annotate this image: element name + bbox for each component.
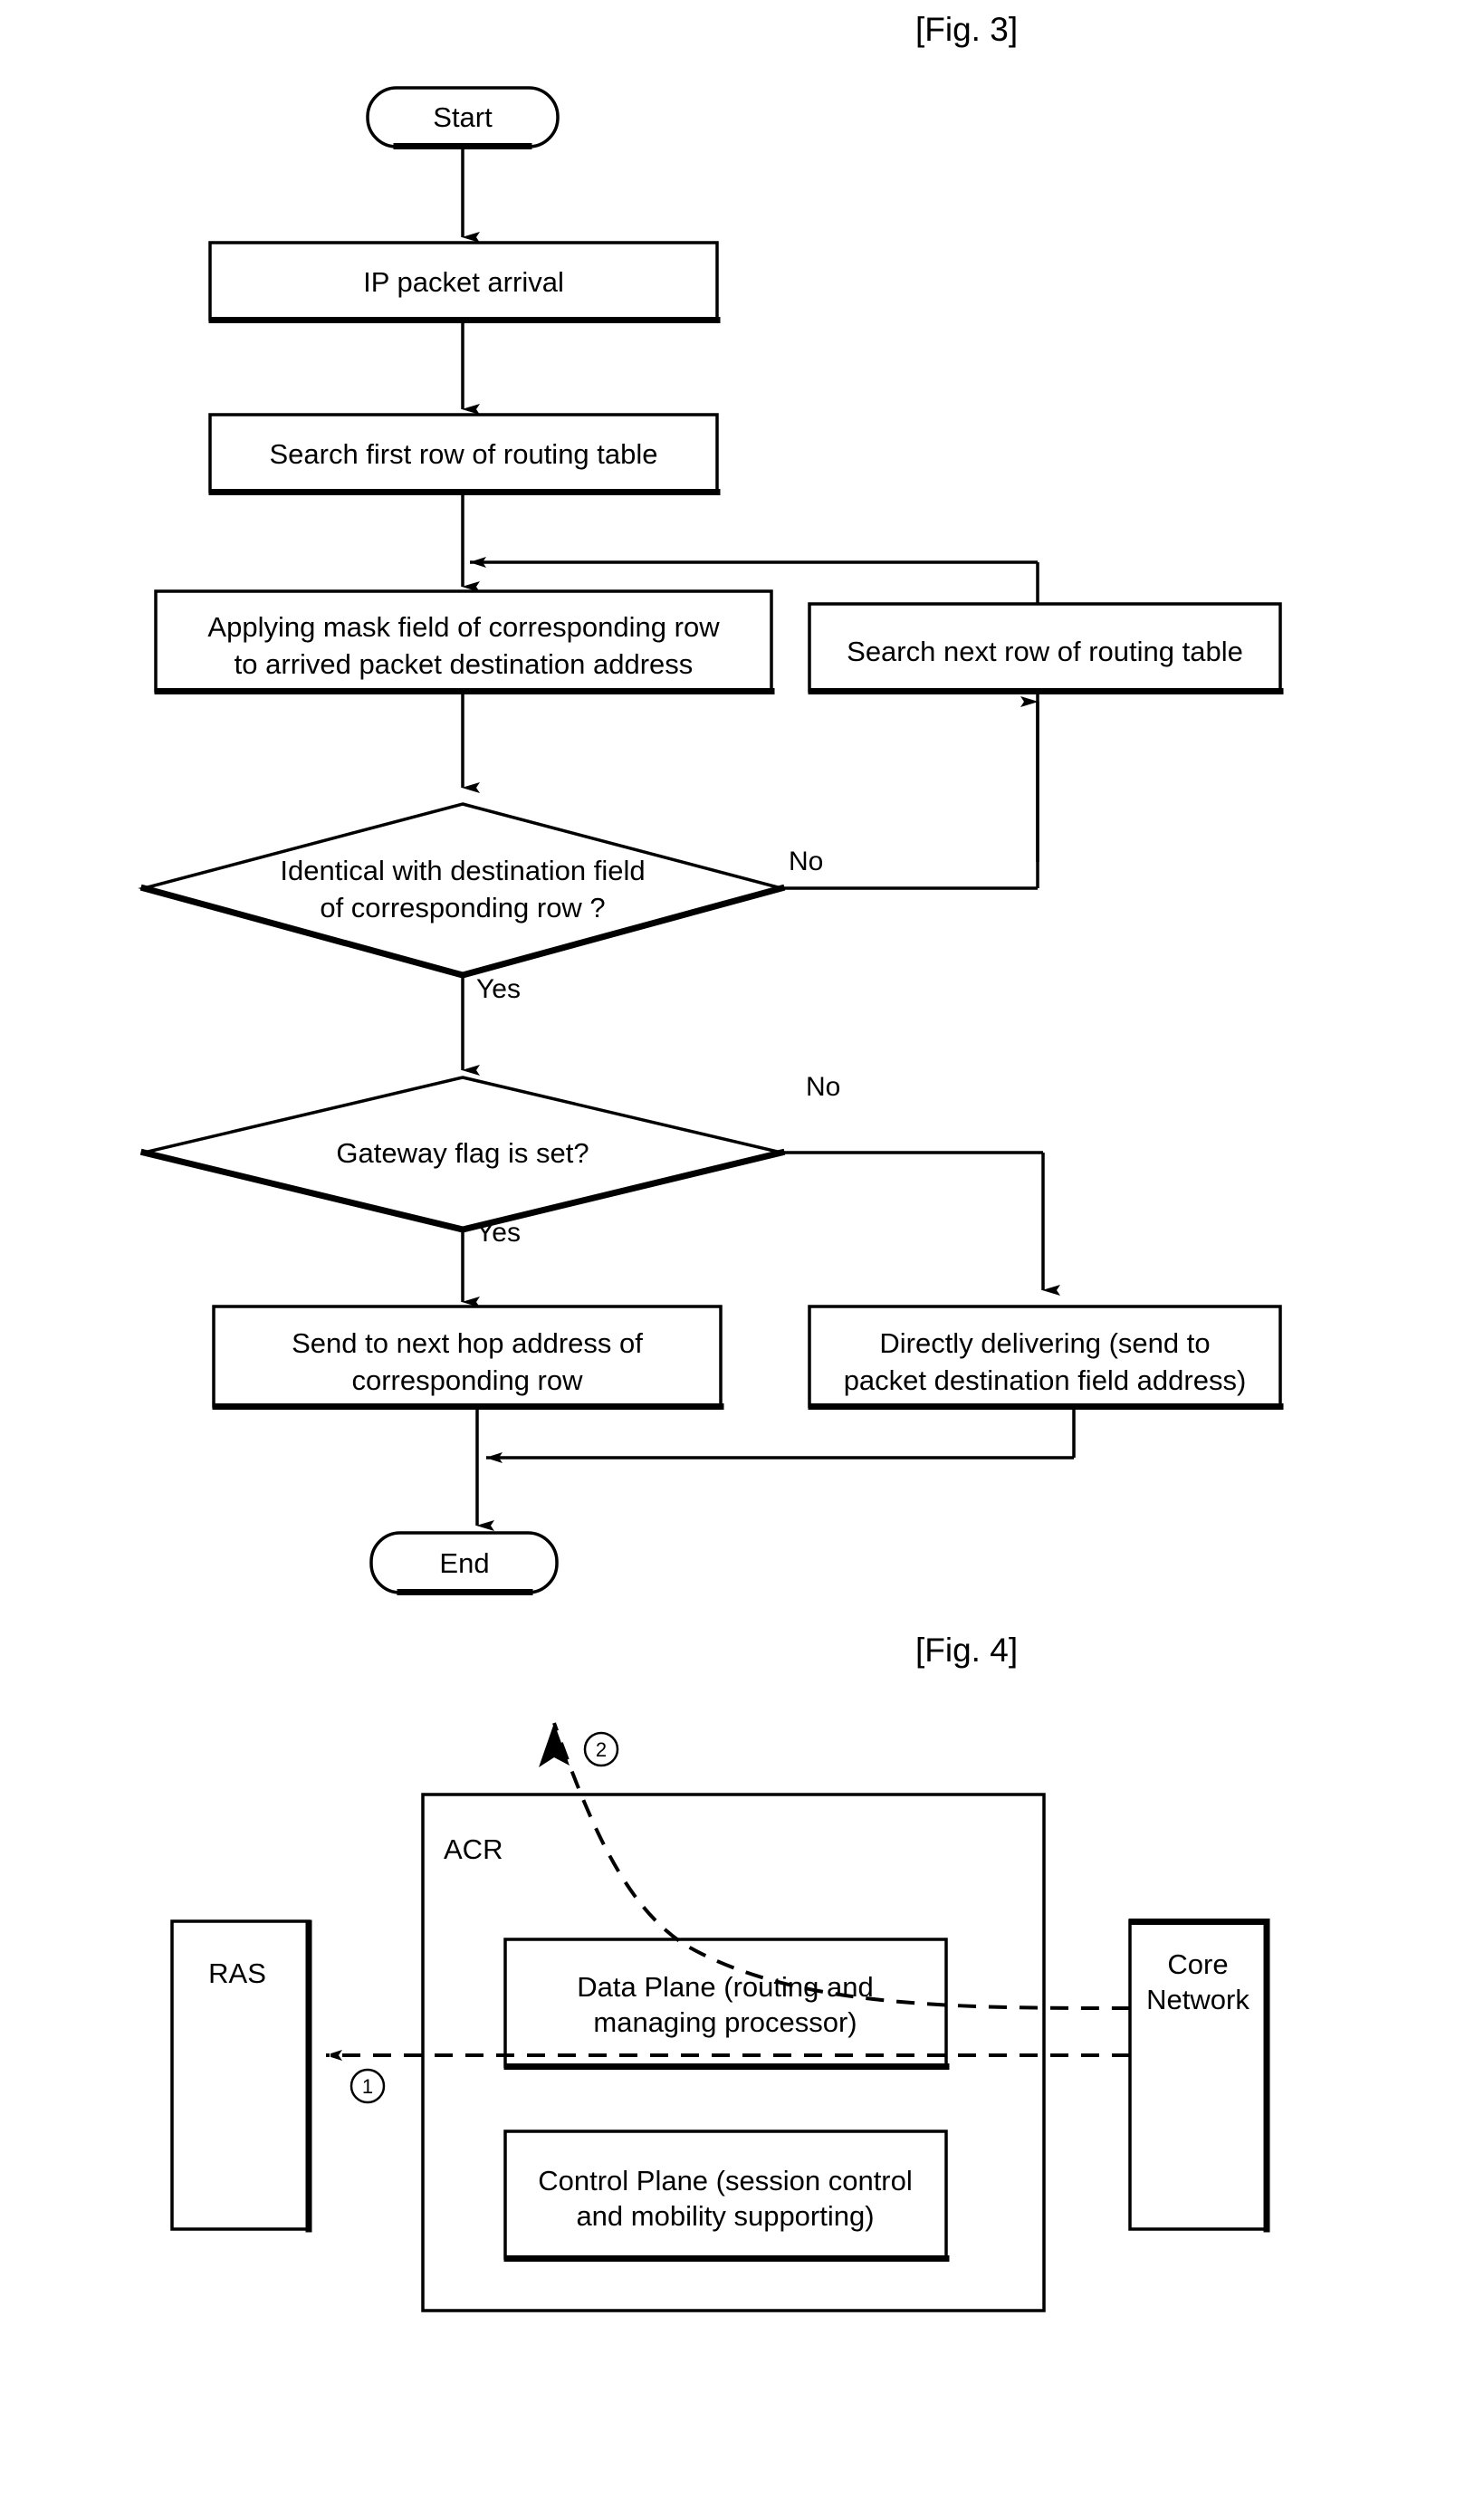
applying-mask-line2: to arrived packet destination address [235, 648, 694, 680]
node-applying-mask: Applying mask field of corresponding row… [154, 589, 775, 694]
ip-packet-arrival-label: IP packet arrival [363, 266, 564, 298]
core-network-line1: Core [1167, 1948, 1228, 1980]
start-label: Start [433, 101, 493, 133]
data-plane-line2: managing processor) [593, 2006, 857, 2038]
marker-circled-two: 2 [583, 1731, 619, 1767]
end-label: End [439, 1547, 489, 1579]
ras-label: RAS [208, 1957, 266, 1989]
marker-two-label: 2 [596, 1738, 607, 1761]
marker-circled-one: 1 [349, 2068, 386, 2104]
node-control-plane: Control Plane (session control and mobil… [503, 2130, 950, 2262]
acr-label: ACR [444, 1833, 503, 1865]
decision2-label: Gateway flag is set? [336, 1137, 589, 1169]
node-send-next-hop: Send to next hop address of correspondin… [212, 1305, 724, 1410]
directly-delivering-line2: packet destination field address) [844, 1364, 1247, 1396]
node-ip-packet-arrival: IP packet arrival [208, 241, 721, 323]
node-ras: RAS [170, 1919, 312, 2233]
node-start: Start [366, 86, 560, 149]
send-next-hop-line1: Send to next hop address of [292, 1327, 643, 1359]
figure3-caption: [Fig. 3] [915, 11, 1018, 48]
search-next-row-label: Search next row of routing table [847, 636, 1243, 667]
patent-figure-page: [Fig. 3] Start IP packet arrival Search … [0, 0, 1484, 2498]
node-directly-delivering: Directly delivering (send to packet dest… [808, 1305, 1284, 1410]
applying-mask-line1: Applying mask field of corresponding row [207, 611, 720, 643]
marker-one-label: 1 [362, 2075, 373, 2098]
search-first-row-label: Search first row of routing table [269, 438, 657, 470]
figures-canvas: [Fig. 3] Start IP packet arrival Search … [0, 0, 1484, 2498]
node-end: End [369, 1531, 559, 1595]
send-next-hop-line2: corresponding row [351, 1364, 583, 1396]
control-plane-line2: and mobility supporting) [576, 2200, 874, 2232]
figure4-caption: [Fig. 4] [915, 1632, 1018, 1669]
core-network-line2: Network [1146, 1984, 1249, 2015]
edge-label-yes-1: Yes [476, 974, 521, 1004]
directly-delivering-line1: Directly delivering (send to [879, 1327, 1210, 1359]
data-plane-line1: Data Plane (routing and [577, 1971, 873, 2003]
edge-label-no-1: No [789, 847, 823, 876]
node-search-first-row: Search first row of routing table [208, 413, 721, 495]
node-core-network: Core Network [1128, 1919, 1270, 2233]
edge-label-yes-2: Yes [476, 1218, 521, 1248]
control-plane-line1: Control Plane (session control [538, 2165, 913, 2197]
node-data-plane: Data Plane (routing and managing process… [503, 1938, 950, 2070]
data-plane-box [503, 1938, 948, 2068]
node-search-next-row: Search next row of routing table [808, 602, 1284, 694]
decision1-line1: Identical with destination field [280, 855, 645, 886]
decision1-line2: of corresponding row ? [320, 892, 605, 924]
edge-label-no-2: No [806, 1072, 840, 1102]
